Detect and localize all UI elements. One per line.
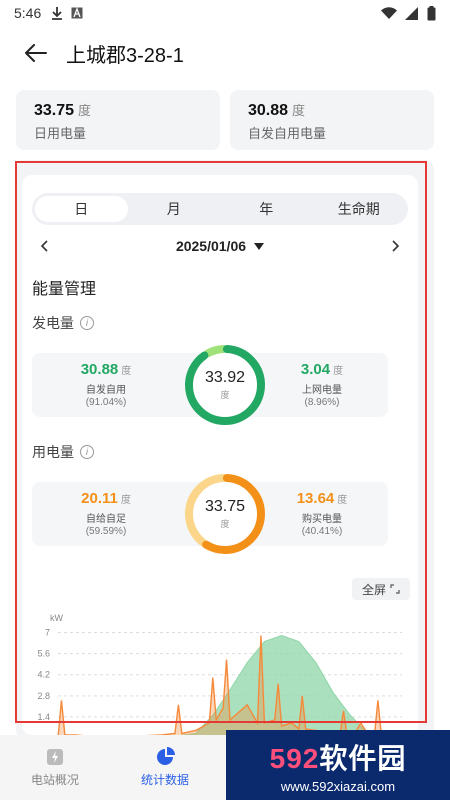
tab-lifetime[interactable]: 生命期	[313, 196, 406, 222]
y-axis-unit: kW	[50, 613, 64, 623]
current-date: 2025/01/06	[175, 238, 247, 254]
chevron-left-icon	[40, 240, 48, 252]
gen-export-pct: (8.96%)	[304, 397, 340, 408]
nav-station-overview[interactable]: 电站概况	[0, 735, 110, 800]
self-use-value: 30.88	[248, 102, 289, 119]
consumption-total-unit: 度	[220, 519, 230, 529]
next-date-button[interactable]	[384, 234, 408, 258]
chevron-right-icon	[392, 240, 400, 252]
y-tick-label: 4.2	[37, 670, 50, 680]
self-sufficiency-block: 20.11 度 自给自足 (59.59%)	[46, 490, 166, 537]
watermark-logo: 592软件园 www.592xiazai.com	[226, 730, 450, 800]
consumption-ring: 33.75 度	[180, 469, 270, 559]
status-time: 5:46	[14, 5, 42, 21]
y-tick-label: 2.8	[37, 691, 50, 701]
tab-day[interactable]: 日	[35, 196, 128, 222]
con-buy-pct: (40.41%)	[301, 526, 343, 537]
con-buy-label: 购买电量	[302, 514, 342, 525]
self-use-label: 自发自用电量	[248, 126, 327, 141]
tab-year[interactable]: 年	[220, 196, 313, 222]
con-self-value: 20.11	[81, 490, 118, 507]
gen-self-use-pct: (91.04%)	[85, 397, 127, 408]
signal-icon	[405, 6, 418, 20]
grid-export-block: 3.04 度 上网电量 (8.96%)	[262, 361, 382, 408]
statistics-panel: 日 月 年 生命期 2025/01/06 能量管理 发电量 i 30.88 度 自…	[22, 175, 418, 735]
self-use-unit: 度	[292, 103, 306, 118]
generation-title-row: 发电量 i	[32, 313, 94, 333]
power-curve-chart: kW7 5.6 4.2 2.8 1.4	[37, 613, 402, 735]
watermark-number: 592	[269, 742, 320, 774]
summary-cards: 33.75 度 日用电量 30.88 度 自发自用电量	[16, 90, 434, 150]
generation-total-value: 33.92	[204, 369, 246, 386]
nav-statistics[interactable]: 统计数据	[110, 735, 220, 800]
station-icon	[47, 749, 63, 765]
gen-export-label: 上网电量	[302, 385, 342, 396]
daily-consumption-card: 33.75 度 日用电量	[16, 90, 220, 150]
con-self-pct: (59.59%)	[85, 526, 127, 537]
consumption-title-row: 用电量 i	[32, 442, 94, 462]
battery-icon	[427, 5, 436, 20]
daily-consumption-unit: 度	[78, 103, 92, 118]
daily-consumption-label: 日用电量	[34, 126, 87, 141]
self-use-card: 30.88 度 自发自用电量	[230, 90, 434, 150]
generation-title: 发电量	[32, 315, 74, 331]
tab-month[interactable]: 月	[128, 196, 221, 222]
wifi-icon	[381, 6, 397, 19]
fullscreen-label: 全屏	[361, 582, 386, 597]
con-self-unit: 度	[120, 495, 131, 506]
y-tick-label: 1.4	[37, 712, 50, 722]
con-self-label: 自给自足	[86, 514, 126, 525]
consumption-total-value: 33.75	[204, 498, 246, 515]
title-bar: 上城郡3-28-1	[0, 30, 450, 76]
gen-self-use-unit: 度	[121, 366, 132, 377]
app-a-icon	[71, 7, 83, 19]
info-icon[interactable]: i	[80, 316, 94, 330]
gen-export-value: 3.04	[300, 361, 331, 378]
back-button[interactable]	[18, 35, 54, 71]
grid-purchase-block: 13.64 度 购买电量 (40.41%)	[262, 490, 382, 537]
period-tabs: 日 月 年 生命期	[32, 193, 408, 225]
energy-management-title: 能量管理	[32, 281, 97, 298]
con-buy-unit: 度	[337, 495, 348, 506]
watermark-url: www.592xiazai.com	[280, 778, 396, 794]
daily-consumption-value: 33.75	[34, 102, 75, 119]
self-use-block: 30.88 度 自发自用 (91.04%)	[46, 361, 166, 408]
prev-date-button[interactable]	[32, 234, 56, 258]
status-bar: 5:46	[0, 0, 450, 26]
con-buy-value: 13.64	[296, 490, 335, 507]
nav-statistics-label: 统计数据	[140, 773, 189, 787]
nav-station-overview-label: 电站概况	[30, 773, 79, 787]
gen-self-use-label: 自发自用	[86, 385, 126, 396]
gen-self-use-value: 30.88	[80, 361, 119, 378]
date-selector: 2025/01/06	[32, 233, 408, 259]
watermark-text: 软件园	[319, 742, 407, 774]
y-tick-label: 7	[45, 628, 50, 638]
caret-down-icon	[254, 242, 265, 250]
download-icon	[52, 7, 63, 20]
fullscreen-button[interactable]: 全屏	[351, 578, 410, 600]
y-tick-label: 5.6	[37, 649, 50, 659]
info-icon[interactable]: i	[80, 445, 94, 459]
arrow-left-icon	[25, 44, 47, 62]
page-title: 上城郡3-28-1	[66, 44, 184, 67]
generation-ring: 33.92 度	[180, 340, 270, 430]
pie-chart-icon	[157, 747, 175, 765]
gen-export-unit: 度	[333, 366, 344, 377]
consumption-title: 用电量	[32, 444, 74, 460]
date-picker[interactable]: 2025/01/06	[175, 238, 265, 254]
expand-icon	[390, 584, 400, 594]
generation-total-unit: 度	[220, 390, 230, 400]
